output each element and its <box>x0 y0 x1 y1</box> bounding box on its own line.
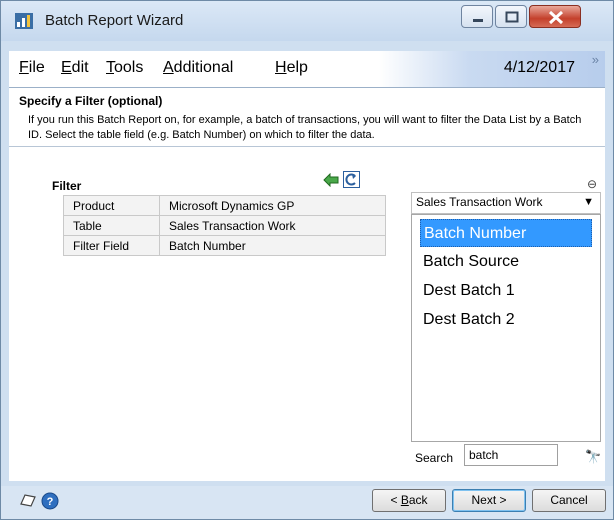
dropdown-arrow-icon[interactable]: ▼ <box>583 196 594 208</box>
menu-tools[interactable]: Tools <box>106 59 143 77</box>
field-list[interactable]: Batch Number Batch Source Dest Batch 1 D… <box>411 214 601 442</box>
filter-row-value: Sales Transaction Work <box>159 215 386 236</box>
wizard-content: Filter ⊖ Product Microsoft Dynamics GP T… <box>9 147 605 481</box>
table-select[interactable]: Sales Transaction Work ▼ <box>411 192 601 214</box>
search-label: Search <box>415 451 454 465</box>
back-button[interactable]: < Back <box>372 489 446 512</box>
reset-filter-icon[interactable] <box>343 171 360 188</box>
link-icon[interactable]: ⊖ <box>587 177 597 191</box>
user-date-area[interactable]: 4/12/2017 » <box>379 51 605 87</box>
filter-row-label: Product <box>63 195 160 216</box>
menu-file[interactable]: File <box>19 59 45 77</box>
cancel-button[interactable]: Cancel <box>532 489 606 512</box>
list-item[interactable]: Batch Source <box>420 248 595 276</box>
overflow-chevron-icon[interactable]: » <box>592 52 599 67</box>
filter-row: Product Microsoft Dynamics GP <box>63 195 386 216</box>
next-button[interactable]: Next > <box>452 489 526 512</box>
window-title: Batch Report Wizard <box>45 12 184 29</box>
filter-label: Filter <box>52 179 82 193</box>
user-date: 4/12/2017 <box>503 59 575 76</box>
menu-additional[interactable]: Additional <box>163 59 233 77</box>
filter-row-label: Table <box>63 215 160 236</box>
menu-help[interactable]: Help <box>275 59 308 77</box>
binoculars-icon[interactable]: 🔭 <box>585 449 601 465</box>
list-item[interactable]: Dest Batch 1 <box>420 277 595 305</box>
batch-report-wizard-window: Batch Report Wizard File Edit Tools Addi… <box>0 0 614 520</box>
menu-edit[interactable]: Edit <box>61 59 89 77</box>
title-bar[interactable]: Batch Report Wizard <box>1 1 613 41</box>
filter-grid: Product Microsoft Dynamics GP Table Sale… <box>63 195 386 256</box>
svg-text:?: ? <box>47 496 54 508</box>
note-icon[interactable] <box>19 492 37 508</box>
close-window-button[interactable] <box>529 5 581 28</box>
maximize-icon <box>505 11 519 23</box>
wizard-footer: ? < Back Next > Cancel <box>1 486 613 519</box>
search-input[interactable] <box>464 444 558 466</box>
maximize-button[interactable] <box>495 5 527 28</box>
filter-row: Table Sales Transaction Work <box>63 215 386 236</box>
table-select-value: Sales Transaction Work <box>416 195 543 209</box>
filter-row-value: Batch Number <box>159 235 386 256</box>
add-filter-arrow-icon[interactable] <box>323 173 339 187</box>
list-item[interactable]: Batch Number <box>420 219 592 247</box>
step-description: If you run this Batch Report on, for exa… <box>28 114 582 141</box>
app-icon <box>15 13 33 29</box>
minimize-button[interactable] <box>461 5 493 28</box>
list-item[interactable]: Dest Batch 2 <box>420 306 595 334</box>
filter-row-label: Filter Field <box>63 235 160 256</box>
help-icon[interactable]: ? <box>41 492 59 510</box>
minimize-icon <box>473 19 483 22</box>
wizard-header: Specify a Filter (optional) If you run t… <box>9 88 605 147</box>
filter-row-value: Microsoft Dynamics GP <box>159 195 386 216</box>
close-icon <box>548 10 564 25</box>
step-title: Specify a Filter (optional) <box>19 94 163 108</box>
filter-row: Filter Field Batch Number <box>63 235 386 256</box>
